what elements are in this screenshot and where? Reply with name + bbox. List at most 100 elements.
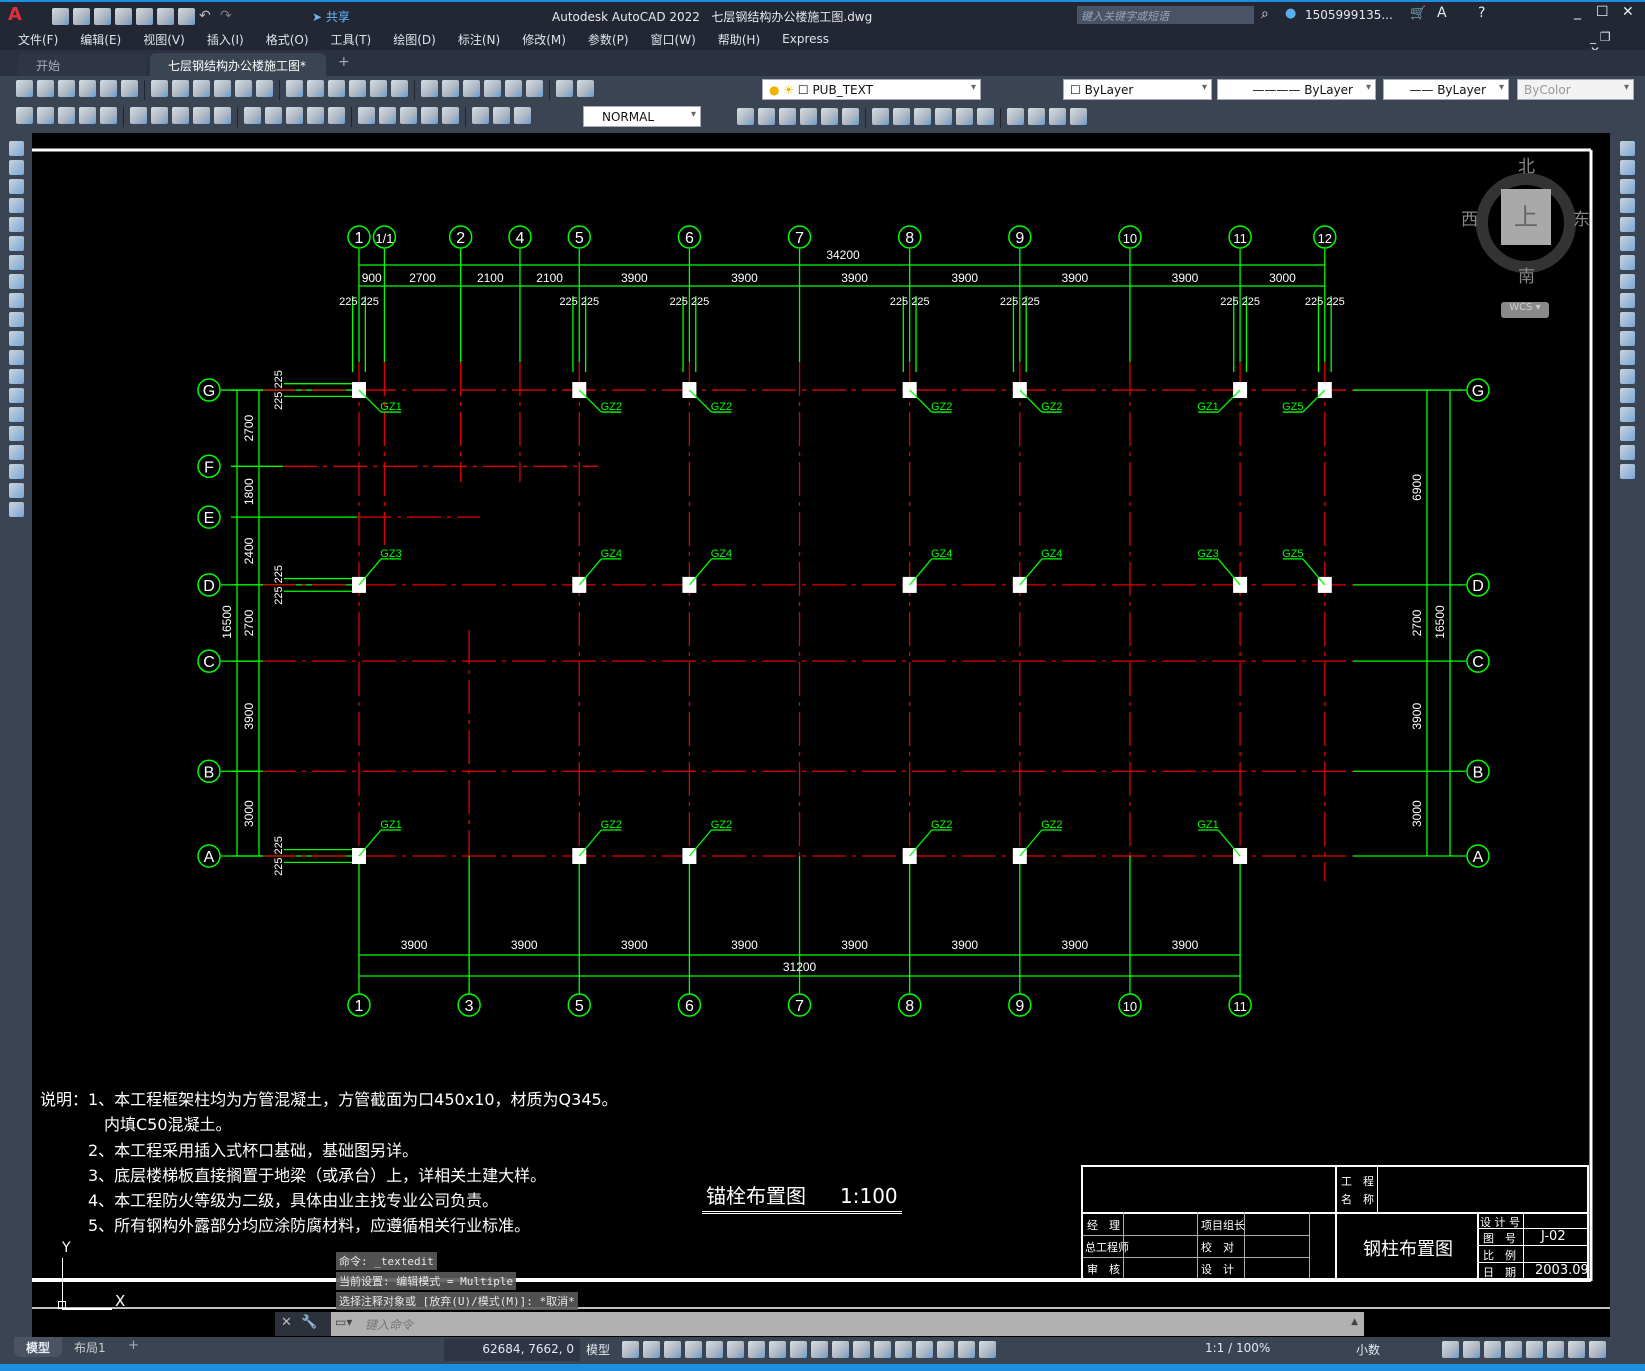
selection-filter-icon[interactable]: [916, 1341, 933, 1358]
layer-state-icon[interactable]: [16, 107, 33, 124]
ellipse-arc-icon[interactable]: [8, 331, 24, 346]
dimstyle-dropdown[interactable]: NORMAL ▾: [583, 106, 701, 127]
layer-previous-icon[interactable]: [58, 107, 75, 124]
extend-icon[interactable]: [956, 108, 973, 125]
sheet-set-icon[interactable]: [484, 80, 501, 97]
search-icon[interactable]: ⌕: [1261, 6, 1269, 22]
new-tab-button[interactable]: +: [338, 54, 350, 70]
object-snap-tracking-icon[interactable]: [769, 1341, 786, 1358]
plot-icon[interactable]: [178, 8, 195, 25]
layer-properties-icon[interactable]: [577, 80, 594, 97]
lineweight-icon[interactable]: [811, 1341, 828, 1358]
stretch-icon[interactable]: [914, 108, 931, 125]
object-snap-icon[interactable]: [790, 1341, 807, 1358]
mtext-icon[interactable]: [8, 483, 24, 498]
make-block-icon[interactable]: [8, 369, 24, 384]
gradient-icon[interactable]: [8, 426, 24, 441]
chamfer-icon[interactable]: [1028, 108, 1045, 125]
zoom-window-icon[interactable]: [370, 80, 387, 97]
dim-break-icon[interactable]: [358, 107, 375, 124]
quick-properties-icon[interactable]: [1484, 1341, 1501, 1358]
layer-on-icon[interactable]: ● ☀: [769, 83, 798, 97]
rotate-icon[interactable]: [872, 108, 889, 125]
cart-icon[interactable]: 🛒: [1410, 6, 1426, 21]
break-icon[interactable]: [1620, 369, 1635, 384]
dim-continue-icon[interactable]: [307, 107, 324, 124]
region-icon[interactable]: [8, 445, 24, 460]
block-editor-icon[interactable]: [256, 80, 273, 97]
selection-cycling-icon[interactable]: [853, 1341, 870, 1358]
tab-drawing[interactable]: 七层钢结构办公楼施工图* ✕: [150, 53, 326, 88]
close-icon[interactable]: ✕: [1622, 4, 1634, 20]
save-icon[interactable]: [58, 80, 75, 97]
dim-radius-icon[interactable]: [172, 107, 189, 124]
dim-angular-icon[interactable]: [244, 107, 261, 124]
command-history-toggle-icon[interactable]: ▲: [1351, 1317, 1358, 1327]
clean-screen-icon[interactable]: [1568, 1341, 1585, 1358]
minimize-icon[interactable]: _: [1574, 4, 1581, 20]
offset-icon[interactable]: [800, 108, 817, 125]
print-preview-icon[interactable]: [100, 80, 117, 97]
match-properties-icon[interactable]: [235, 80, 252, 97]
command-input[interactable]: ▭▾ 键入命令 ▲: [331, 1312, 1364, 1336]
linetype-dropdown[interactable]: ———— ByLayer ▾: [1217, 79, 1376, 100]
revision-cloud-icon[interactable]: [8, 274, 24, 289]
fillet-icon[interactable]: [1049, 108, 1066, 125]
annotation-scale[interactable]: 1:1 / 100%: [1205, 1341, 1270, 1361]
menu-parametric[interactable]: 参数(P): [588, 31, 629, 48]
publish-icon[interactable]: [151, 80, 168, 97]
erase-icon[interactable]: [1620, 141, 1635, 156]
add-layout-button[interactable]: +: [128, 1338, 139, 1353]
maximize-icon[interactable]: ☐: [1596, 4, 1609, 20]
customize-wrench-icon[interactable]: 🔧: [301, 1315, 317, 1330]
isodraft-icon[interactable]: [748, 1341, 765, 1358]
graphics-performance-icon[interactable]: [1547, 1341, 1564, 1358]
snap-icon[interactable]: [643, 1341, 660, 1358]
open-web-icon[interactable]: [136, 8, 153, 25]
mirror-icon[interactable]: [1620, 179, 1635, 194]
make-current-icon[interactable]: [37, 107, 54, 124]
tab-model[interactable]: 模型: [14, 1337, 63, 1357]
dim-aligned-icon[interactable]: [100, 107, 117, 124]
zoom-realtime-icon[interactable]: [349, 80, 366, 97]
coordinates-readout[interactable]: 62684, 7662, 0: [444, 1339, 580, 1361]
pan-icon[interactable]: [328, 80, 345, 97]
open-icon[interactable]: [73, 8, 90, 25]
new-icon[interactable]: [16, 80, 33, 97]
user-account[interactable]: 1505999135...: [1305, 8, 1393, 22]
move-icon[interactable]: [1620, 236, 1635, 251]
explode-icon[interactable]: [1620, 464, 1635, 479]
viewcube[interactable]: 北 南 西 东 上 WCS ▾: [1461, 157, 1590, 318]
tab-layout1[interactable]: 布局1: [64, 1339, 116, 1356]
infer-constraints-icon[interactable]: [664, 1341, 681, 1358]
redo-icon[interactable]: ↷: [220, 8, 237, 25]
plot-icon[interactable]: [121, 80, 138, 97]
compass-south[interactable]: 南: [1518, 262, 1535, 287]
polygon-icon[interactable]: [8, 198, 24, 213]
help-icon[interactable]: [556, 80, 573, 97]
rotate-icon[interactable]: [1620, 255, 1635, 270]
ortho-icon[interactable]: [706, 1341, 723, 1358]
design-center-icon[interactable]: [442, 80, 459, 97]
copy-object-icon[interactable]: [758, 108, 775, 125]
center-mark-icon[interactable]: [400, 107, 417, 124]
menu-draw[interactable]: 绘图(D): [393, 31, 436, 48]
compass-north[interactable]: 北: [1518, 152, 1535, 177]
markup-icon[interactable]: [505, 80, 522, 97]
menu-edit[interactable]: 编辑(E): [80, 31, 121, 48]
transparency-icon[interactable]: [832, 1341, 849, 1358]
print-icon[interactable]: [79, 80, 96, 97]
compass-east[interactable]: 东: [1573, 205, 1590, 230]
dim-arc-icon[interactable]: [130, 107, 147, 124]
rectangle-icon[interactable]: [8, 217, 24, 232]
cut-icon[interactable]: [172, 80, 189, 97]
menu-express[interactable]: Express: [782, 32, 829, 46]
viewcube-top-face[interactable]: 上: [1501, 189, 1551, 245]
move-icon[interactable]: [842, 108, 859, 125]
color-dropdown[interactable]: ☐ ByLayer ▾: [1063, 79, 1212, 100]
autocad-logo[interactable]: A: [8, 4, 22, 25]
copy-icon[interactable]: [193, 80, 210, 97]
auto-scale-icon[interactable]: [979, 1341, 996, 1358]
dim-linear-icon[interactable]: [79, 107, 96, 124]
menu-window[interactable]: 窗口(W): [651, 31, 696, 48]
